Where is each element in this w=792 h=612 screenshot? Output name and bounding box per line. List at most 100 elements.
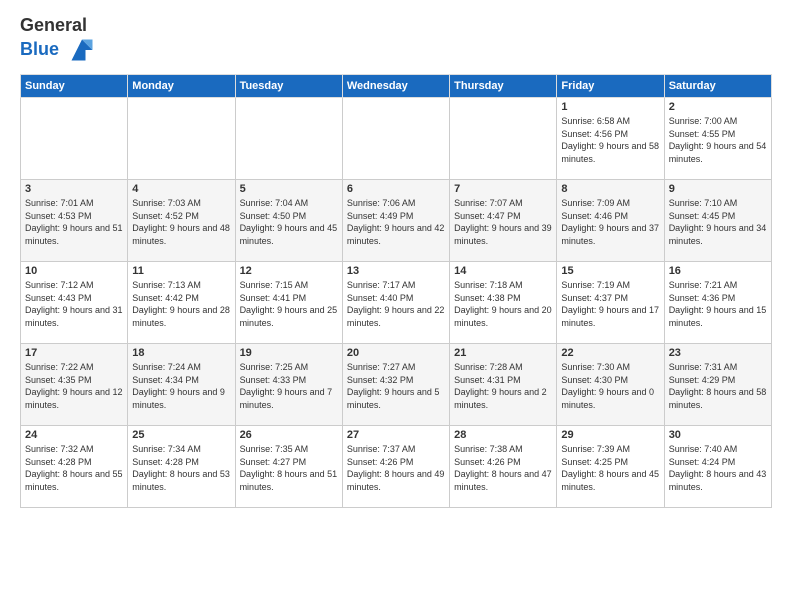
- day-info: Sunrise: 7:27 AM Sunset: 4:32 PM Dayligh…: [347, 361, 445, 411]
- calendar-cell: [450, 98, 557, 180]
- calendar-cell: 7 Sunrise: 7:07 AM Sunset: 4:47 PM Daylig…: [450, 180, 557, 262]
- day-number: 14: [454, 265, 552, 277]
- day-number: 2: [669, 101, 767, 113]
- week-row-2: 3 Sunrise: 7:01 AM Sunset: 4:53 PM Daylig…: [21, 180, 772, 262]
- calendar-cell: [235, 98, 342, 180]
- day-header-friday: Friday: [557, 75, 664, 98]
- calendar-table: SundayMondayTuesdayWednesdayThursdayFrid…: [20, 74, 772, 508]
- calendar-cell: 14 Sunrise: 7:18 AM Sunset: 4:38 PM Dayli…: [450, 262, 557, 344]
- calendar-cell: [342, 98, 449, 180]
- day-info: Sunrise: 7:17 AM Sunset: 4:40 PM Dayligh…: [347, 279, 445, 329]
- day-info: Sunrise: 7:38 AM Sunset: 4:26 PM Dayligh…: [454, 443, 552, 493]
- day-number: 4: [132, 183, 230, 195]
- calendar-cell: 12 Sunrise: 7:15 AM Sunset: 4:41 PM Dayli…: [235, 262, 342, 344]
- day-number: 16: [669, 265, 767, 277]
- calendar-cell: 18Sunrise: 7:24 AM Sunset: 4:34 PM Dayli…: [128, 344, 235, 426]
- logo-text-block: General Blue: [20, 16, 96, 64]
- day-info: Sunrise: 7:00 AM Sunset: 4:55 PM Dayligh…: [669, 115, 767, 165]
- day-number: 15: [561, 265, 659, 277]
- day-info: Sunrise: 7:40 AM Sunset: 4:24 PM Dayligh…: [669, 443, 767, 493]
- day-info: Sunrise: 7:22 AM Sunset: 4:35 PM Dayligh…: [25, 361, 123, 411]
- calendar-cell: 6Sunrise: 7:06 AM Sunset: 4:49 PM Daylig…: [342, 180, 449, 262]
- calendar-cell: 27 Sunrise: 7:37 AM Sunset: 4:26 PM Dayli…: [342, 426, 449, 508]
- calendar-cell: 20 Sunrise: 7:27 AM Sunset: 4:32 PM Dayli…: [342, 344, 449, 426]
- day-number: 7: [454, 183, 552, 195]
- calendar-cell: 25 Sunrise: 7:34 AM Sunset: 4:28 PM Dayli…: [128, 426, 235, 508]
- day-info: Sunrise: 7:04 AM Sunset: 4:50 PM Dayligh…: [240, 197, 338, 247]
- calendar-cell: 30 Sunrise: 7:40 AM Sunset: 4:24 PM Dayli…: [664, 426, 771, 508]
- day-number: 22: [561, 347, 659, 359]
- day-number: 17: [25, 347, 123, 359]
- calendar-cell: 17 Sunrise: 7:22 AM Sunset: 4:35 PM Dayli…: [21, 344, 128, 426]
- day-header-wednesday: Wednesday: [342, 75, 449, 98]
- day-number: 5: [240, 183, 338, 195]
- calendar-cell: 8Sunrise: 7:09 AM Sunset: 4:46 PM Daylig…: [557, 180, 664, 262]
- calendar-cell: 21 Sunrise: 7:28 AM Sunset: 4:31 PM Dayli…: [450, 344, 557, 426]
- logo: General Blue: [20, 16, 96, 64]
- calendar-cell: 22 Sunrise: 7:30 AM Sunset: 4:30 PM Dayli…: [557, 344, 664, 426]
- day-number: 13: [347, 265, 445, 277]
- day-info: Sunrise: 7:03 AM Sunset: 4:52 PM Dayligh…: [132, 197, 230, 247]
- calendar-cell: 19Sunrise: 7:25 AM Sunset: 4:33 PM Dayli…: [235, 344, 342, 426]
- day-number: 21: [454, 347, 552, 359]
- header: General Blue: [20, 16, 772, 64]
- day-info: Sunrise: 7:10 AM Sunset: 4:45 PM Dayligh…: [669, 197, 767, 247]
- day-number: 11: [132, 265, 230, 277]
- day-number: 1: [561, 101, 659, 113]
- logo-name: General: [20, 15, 87, 35]
- calendar-cell: 11 Sunrise: 7:13 AM Sunset: 4:42 PM Dayli…: [128, 262, 235, 344]
- day-number: 26: [240, 429, 338, 441]
- day-info: Sunrise: 7:07 AM Sunset: 4:47 PM Dayligh…: [454, 197, 552, 247]
- calendar-cell: 23Sunrise: 7:31 AM Sunset: 4:29 PM Dayli…: [664, 344, 771, 426]
- day-header-thursday: Thursday: [450, 75, 557, 98]
- calendar-cell: 24Sunrise: 7:32 AM Sunset: 4:28 PM Dayli…: [21, 426, 128, 508]
- calendar-cell: 28 Sunrise: 7:38 AM Sunset: 4:26 PM Dayli…: [450, 426, 557, 508]
- day-header-saturday: Saturday: [664, 75, 771, 98]
- calendar-cell: 26 Sunrise: 7:35 AM Sunset: 4:27 PM Dayli…: [235, 426, 342, 508]
- day-header-tuesday: Tuesday: [235, 75, 342, 98]
- day-info: Sunrise: 7:28 AM Sunset: 4:31 PM Dayligh…: [454, 361, 552, 411]
- day-info: Sunrise: 7:15 AM Sunset: 4:41 PM Dayligh…: [240, 279, 338, 329]
- day-info: Sunrise: 7:21 AM Sunset: 4:36 PM Dayligh…: [669, 279, 767, 329]
- day-info: Sunrise: 7:35 AM Sunset: 4:27 PM Dayligh…: [240, 443, 338, 493]
- day-number: 20: [347, 347, 445, 359]
- calendar-cell: 3 Sunrise: 7:01 AM Sunset: 4:53 PM Daylig…: [21, 180, 128, 262]
- calendar-cell: 1 Sunrise: 6:58 AM Sunset: 4:56 PM Daylig…: [557, 98, 664, 180]
- week-row-5: 24Sunrise: 7:32 AM Sunset: 4:28 PM Dayli…: [21, 426, 772, 508]
- day-number: 28: [454, 429, 552, 441]
- calendar-cell: [21, 98, 128, 180]
- calendar-cell: 9Sunrise: 7:10 AM Sunset: 4:45 PM Daylig…: [664, 180, 771, 262]
- day-info: Sunrise: 7:31 AM Sunset: 4:29 PM Dayligh…: [669, 361, 767, 411]
- day-number: 3: [25, 183, 123, 195]
- day-info: Sunrise: 7:37 AM Sunset: 4:26 PM Dayligh…: [347, 443, 445, 493]
- calendar-cell: 10 Sunrise: 7:12 AM Sunset: 4:43 PM Dayli…: [21, 262, 128, 344]
- week-row-3: 10 Sunrise: 7:12 AM Sunset: 4:43 PM Dayli…: [21, 262, 772, 344]
- day-info: Sunrise: 7:34 AM Sunset: 4:28 PM Dayligh…: [132, 443, 230, 493]
- day-info: Sunrise: 7:01 AM Sunset: 4:53 PM Dayligh…: [25, 197, 123, 247]
- week-row-4: 17 Sunrise: 7:22 AM Sunset: 4:35 PM Dayli…: [21, 344, 772, 426]
- day-info: Sunrise: 7:25 AM Sunset: 4:33 PM Dayligh…: [240, 361, 338, 411]
- day-number: 27: [347, 429, 445, 441]
- calendar-cell: 13 Sunrise: 7:17 AM Sunset: 4:40 PM Dayli…: [342, 262, 449, 344]
- day-info: Sunrise: 6:58 AM Sunset: 4:56 PM Dayligh…: [561, 115, 659, 165]
- day-header-sunday: Sunday: [21, 75, 128, 98]
- calendar-cell: 2 Sunrise: 7:00 AM Sunset: 4:55 PM Daylig…: [664, 98, 771, 180]
- day-info: Sunrise: 7:12 AM Sunset: 4:43 PM Dayligh…: [25, 279, 123, 329]
- logo-icon: [68, 36, 96, 64]
- day-info: Sunrise: 7:13 AM Sunset: 4:42 PM Dayligh…: [132, 279, 230, 329]
- calendar-cell: [128, 98, 235, 180]
- day-info: Sunrise: 7:32 AM Sunset: 4:28 PM Dayligh…: [25, 443, 123, 493]
- day-number: 25: [132, 429, 230, 441]
- week-row-1: 1 Sunrise: 6:58 AM Sunset: 4:56 PM Daylig…: [21, 98, 772, 180]
- calendar-cell: 16 Sunrise: 7:21 AM Sunset: 4:36 PM Dayli…: [664, 262, 771, 344]
- day-header-monday: Monday: [128, 75, 235, 98]
- day-info: Sunrise: 7:39 AM Sunset: 4:25 PM Dayligh…: [561, 443, 659, 493]
- day-number: 30: [669, 429, 767, 441]
- calendar-cell: 5 Sunrise: 7:04 AM Sunset: 4:50 PM Daylig…: [235, 180, 342, 262]
- day-number: 10: [25, 265, 123, 277]
- day-info: Sunrise: 7:18 AM Sunset: 4:38 PM Dayligh…: [454, 279, 552, 329]
- day-number: 12: [240, 265, 338, 277]
- calendar-cell: 4 Sunrise: 7:03 AM Sunset: 4:52 PM Daylig…: [128, 180, 235, 262]
- day-info: Sunrise: 7:30 AM Sunset: 4:30 PM Dayligh…: [561, 361, 659, 411]
- page: General Blue SundayMondayTuesdayWednesda…: [0, 0, 792, 612]
